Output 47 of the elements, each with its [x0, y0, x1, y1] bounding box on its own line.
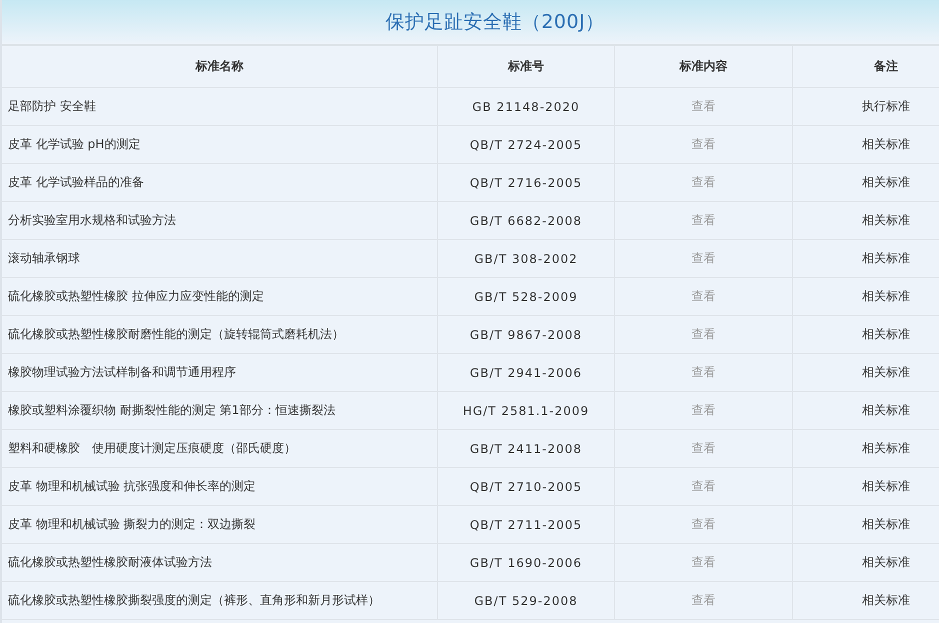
remark: 相关标准 — [862, 592, 910, 609]
standard-name: 橡胶物理试验方法试样制备和调节通用程序 — [8, 364, 236, 381]
remark: 相关标准 — [862, 212, 910, 229]
standard-number: GB/T 528-2009 — [474, 290, 578, 304]
standard-name: 硫化橡胶或热塑性橡胶耐液体试验方法 — [8, 554, 212, 571]
remark: 相关标准 — [862, 174, 910, 191]
standard-number: GB/T 2941-2006 — [470, 366, 582, 380]
column-header: 备注 — [874, 58, 898, 75]
remark: 执行标准 — [862, 98, 910, 115]
standard-name: 皮革 物理和机械试验 撕裂力的测定：双边撕裂 — [8, 516, 256, 533]
remark: 相关标准 — [862, 516, 910, 533]
standard-name: 硫化橡胶或热塑性橡胶撕裂强度的测定（裤形、直角形和新月形试样） — [8, 592, 380, 609]
standard-number: QB/T 2724-2005 — [470, 138, 582, 152]
standard-name: 足部防护 安全鞋 — [8, 98, 96, 115]
standard-number: GB/T 9867-2008 — [470, 328, 582, 342]
standard-name: 皮革 化学试验 pH的测定 — [8, 136, 140, 153]
column-header: 标准号 — [508, 58, 544, 75]
standard-name: 塑料和硬橡胶 使用硬度计测定压痕硬度（邵氏硬度） — [8, 440, 296, 457]
column-header: 标准内容 — [680, 58, 728, 75]
remark: 相关标准 — [862, 250, 910, 267]
standard-number: QB/T 2716-2005 — [470, 176, 582, 190]
standard-name: 滚动轴承钢球 — [8, 250, 80, 267]
remark: 相关标准 — [862, 136, 910, 153]
standard-name: 皮革 化学试验样品的准备 — [8, 174, 144, 191]
remark: 相关标准 — [862, 402, 910, 419]
standard-name: 皮革 物理和机械试验 抗张强度和伸长率的测定 — [8, 478, 256, 495]
standard-name: 硫化橡胶或热塑性橡胶 拉伸应力应变性能的测定 — [8, 288, 264, 305]
remark: 相关标准 — [862, 478, 910, 495]
standard-name: 橡胶或塑料涂覆织物 耐撕裂性能的测定 第1部分：恒速撕裂法 — [8, 402, 336, 419]
standard-name: 分析实验室用水规格和试验方法 — [8, 212, 176, 229]
standard-number: GB/T 1690-2006 — [470, 556, 582, 570]
standard-number: QB/T 2710-2005 — [470, 480, 582, 494]
standard-number: GB 21148-2020 — [472, 100, 580, 114]
remark: 相关标准 — [862, 288, 910, 305]
standard-number: GB/T 2411-2008 — [470, 442, 582, 456]
remark: 相关标准 — [862, 364, 910, 381]
standard-number: QB/T 2711-2005 — [470, 518, 582, 532]
remark: 相关标准 — [862, 440, 910, 457]
page-title: 保护足趾安全鞋（200J） — [384, 10, 605, 35]
standard-number: GB/T 6682-2008 — [470, 214, 582, 228]
standard-number: GB/T 308-2002 — [474, 252, 578, 266]
column-header: 标准名称 — [196, 58, 244, 75]
standard-number: GB/T 529-2008 — [474, 594, 578, 608]
standard-number: HG/T 2581.1-2009 — [462, 404, 590, 418]
remark: 相关标准 — [862, 554, 910, 571]
remark: 相关标准 — [862, 326, 910, 343]
standard-name: 硫化橡胶或热塑性橡胶耐磨性能的测定（旋转辊筒式磨耗机法） — [8, 326, 344, 343]
